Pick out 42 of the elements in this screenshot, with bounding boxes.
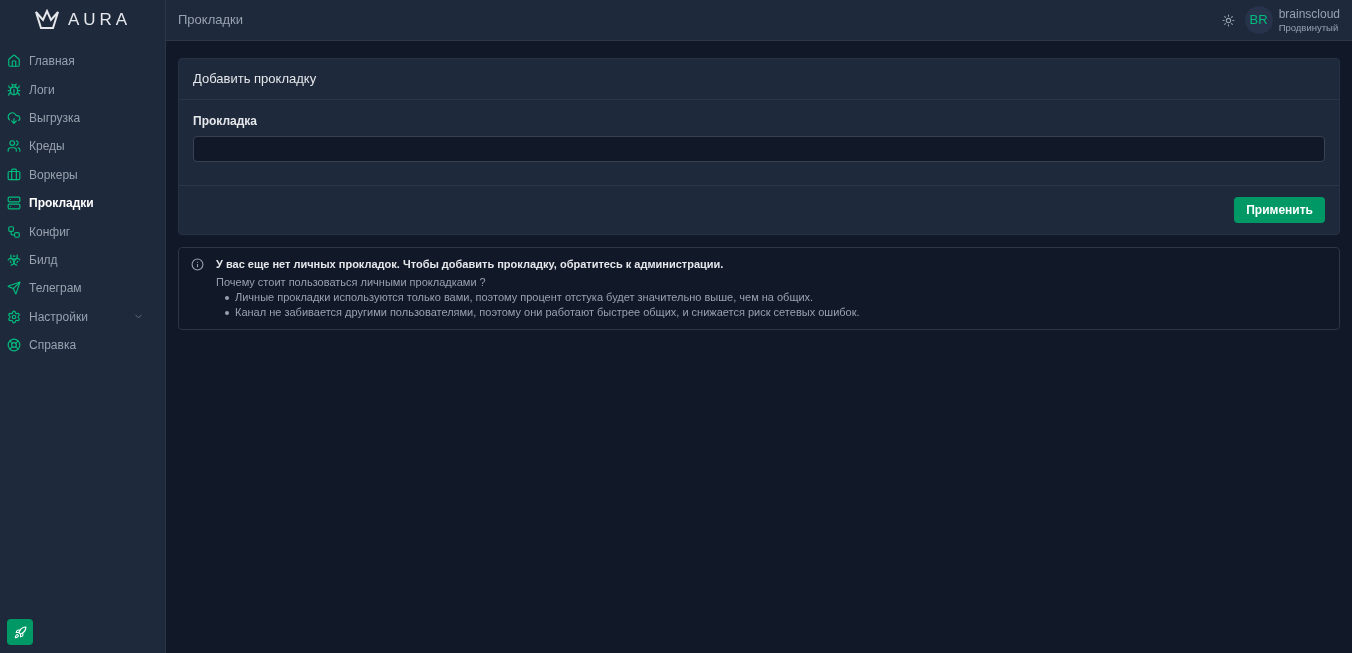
crown-logo-icon (33, 9, 60, 31)
sidebar-item[interactable]: Воркеры (0, 160, 165, 189)
sidebar-item[interactable]: Телеграм (0, 274, 165, 303)
sidebar-item[interactable]: Справка (0, 330, 165, 360)
nodes-icon (7, 224, 21, 239)
lifebuoy-icon (7, 338, 21, 353)
paper-plane-icon (7, 281, 21, 296)
biohazard-icon (7, 252, 21, 267)
bullet-icon (225, 295, 229, 300)
server-icon (7, 196, 21, 211)
bullet-icon (225, 310, 229, 315)
sidebar-item[interactable]: Креды (0, 132, 165, 161)
card-title: Добавить прокладку (193, 70, 317, 89)
house-icon (7, 54, 21, 69)
notice-question: Почему стоит пользоваться личными прокладками ? (216, 275, 487, 290)
logo-text: AURA (67, 9, 132, 32)
sidebar-item[interactable]: Билд (0, 245, 165, 275)
page-title: Прокладки (178, 11, 244, 30)
sidebar-item[interactable]: Прокладки (0, 188, 165, 218)
sidebar-item[interactable]: Логи (0, 75, 165, 104)
settings-icon (7, 309, 21, 324)
users-icon (7, 139, 21, 154)
apply-button[interactable]: Применить (1234, 197, 1325, 223)
notice-title: У вас еще нет личных прокладок. Чтобы добавить прокладку, обратитесь к администрации. (216, 257, 725, 272)
notice-point: Канал не забивается другими пользователями, поэтому они работают быстрее общих, и снижается риск сетевых ошибок. (235, 305, 860, 320)
sidebar-item[interactable]: Выгрузка (0, 103, 165, 133)
input-field[interactable] (193, 136, 1325, 162)
bug-icon (7, 82, 21, 97)
field-label: Прокладка (193, 113, 259, 130)
avatar[interactable]: BR (1244, 6, 1273, 34)
theme-toggle-icon[interactable] (1221, 13, 1235, 27)
notice-point: Личные прокладки используются только вами, поэтому процент отстука будет значительно выше, чем на общих. (235, 290, 814, 305)
cloud-download-icon (7, 110, 21, 125)
user-plan: Продвинутый (1278, 21, 1340, 34)
sidebar-item[interactable]: Главная (0, 47, 165, 76)
rocket-icon (13, 625, 27, 639)
sidebar-item[interactable]: Конфиг (0, 217, 165, 246)
rocket-button[interactable] (7, 619, 33, 645)
info-icon (191, 258, 204, 271)
sidebar-item[interactable]: Настройки (0, 302, 165, 331)
user-name: brainscloud (1278, 6, 1340, 22)
briefcase-icon (7, 167, 21, 182)
